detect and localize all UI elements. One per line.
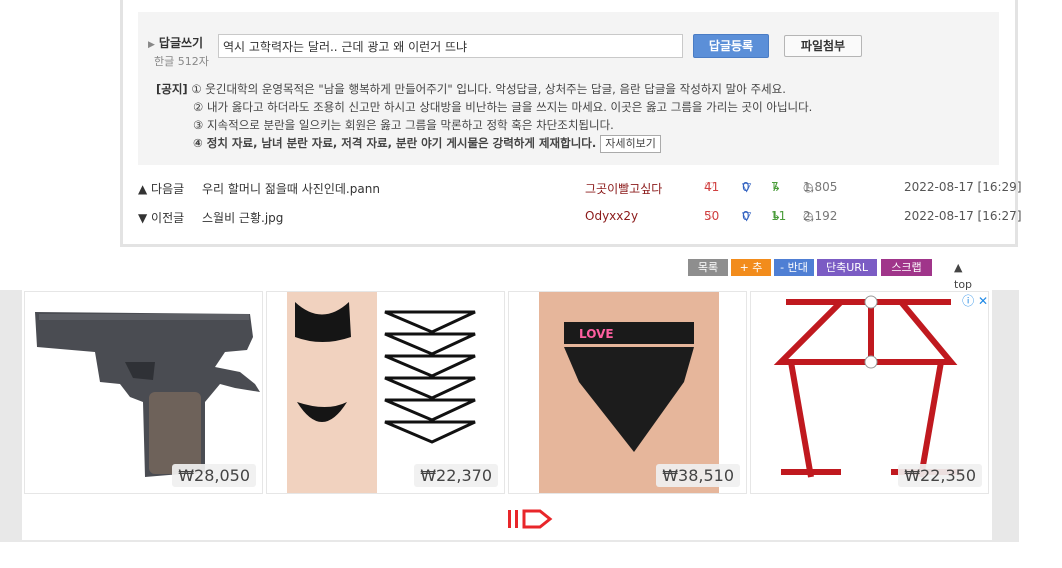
reply-submit-button[interactable]: 답글등록 (693, 34, 769, 58)
triangle-right-icon: ▶ (148, 40, 155, 50)
ad-card-harness[interactable]: ⓘ ✕ ₩22,350 (750, 291, 989, 494)
ad-price: ₩22,350 (898, 464, 982, 487)
nav-date: 2022-08-17 [16:29] (904, 180, 1022, 194)
scrap-button[interactable]: 스크랩 (881, 259, 932, 276)
ad-area: ₩28,050 ₩22,370 LOVE ₩38,510 ⓘ ✕ ₩22,350 (0, 290, 1019, 542)
reply-char-count: 한글 512자 (154, 55, 209, 68)
detail-button[interactable]: 자세히보기 (600, 135, 661, 153)
ad-card-swimsuit[interactable]: ₩22,370 (266, 291, 505, 494)
recommend-button[interactable]: + 추천 (731, 259, 771, 291)
oppose-button[interactable]: - 반대 (774, 259, 814, 276)
reply-label: ▶ 답글쓰기 (148, 36, 204, 50)
notice-line-3: ③ 지속적으로 분란을 일으키는 회원은 옳고 그름을 막론하고 정학 혹은 차… (193, 118, 614, 132)
ad-banner[interactable]: ₩28,050 ₩22,370 LOVE ₩38,510 ⓘ ✕ ₩22,350 (22, 290, 992, 540)
notice-line-4: ④ 정치 자료, 남녀 분란 자료, 저격 자료, 분란 야기 게시물은 강력하… (193, 136, 597, 150)
svg-text:LOVE: LOVE (579, 327, 614, 341)
prev-post-row[interactable]: ▼ 이전글 스월비 근황.jpg Odyxx2y ♡ 50 ▽ 0 ↳ 11 ◷ … (138, 209, 1022, 229)
ad-info-close-icon[interactable]: ⓘ ✕ (962, 292, 988, 309)
notice-line-2: ② 내가 옳다고 하더라도 조용히 신고만 하시고 상대방을 비난하는 글을 쓰… (193, 100, 813, 114)
notice-line-1: ① 웃긴대학의 운영목적은 "남을 행복하게 만들어주기" 입니다. 악성답글,… (191, 82, 786, 96)
notice-block: [공지] ① 웃긴대학의 운영목적은 "남을 행복하게 만들어주기" 입니다. … (156, 80, 812, 153)
nav-author[interactable]: Odyxx2y (585, 209, 638, 223)
short-url-button[interactable]: 단축URL (817, 259, 877, 276)
next-post-row[interactable]: ▲ 다음글 우리 할머니 젊을때 사진인데.pann 그곳이빨고싶다 ♡ 41 … (138, 180, 1022, 200)
reply-input[interactable] (218, 34, 683, 58)
ad-price: ₩22,370 (414, 464, 498, 487)
nav-author[interactable]: 그곳이빨고싶다 (585, 180, 662, 197)
nav-title-link[interactable]: 스월비 근황.jpg (202, 209, 283, 226)
nav-date: 2022-08-17 [16:27] (904, 209, 1022, 223)
attach-file-button[interactable]: 파일첨부 (784, 35, 862, 57)
top-link[interactable]: ▲ top (950, 259, 976, 291)
notice-tag: [공지] (156, 82, 188, 96)
nav-title-link[interactable]: 우리 할머니 젊을때 사진인데.pann (202, 180, 380, 197)
list-button[interactable]: 목록 (688, 259, 728, 276)
ad-card-underwear[interactable]: LOVE ₩38,510 (508, 291, 747, 494)
ad-price: ₩28,050 (172, 464, 256, 487)
ad-price: ₩38,510 (656, 464, 740, 487)
eleven-street-logo[interactable] (506, 508, 556, 530)
nav-direction: ▲ 다음글 (138, 182, 185, 196)
ad-card-pistol[interactable]: ₩28,050 (24, 291, 263, 494)
nav-direction: ▼ 이전글 (138, 211, 185, 225)
